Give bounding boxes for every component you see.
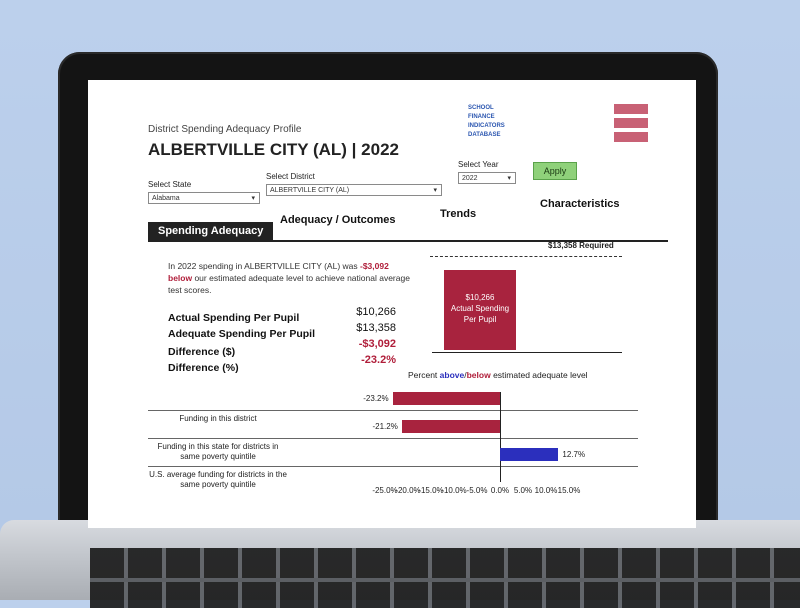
pct-title-part-2: estimated adequate level [490, 370, 588, 380]
pct-title-below: below [466, 370, 491, 380]
required-line [430, 256, 622, 257]
page-subtitle: District Spending Adequacy Profile [148, 124, 302, 135]
state-value: Alabama [152, 195, 180, 202]
tab-spending-adequacy[interactable]: Spending Adequacy [148, 222, 274, 240]
pct-chart-title: Percent above/below estimated adequate l… [408, 370, 588, 380]
metric-label-diff-percent: Difference (%) [168, 362, 239, 374]
logo-word-database: DATABASE [468, 132, 501, 138]
chevron-down-icon: ▾ [433, 187, 437, 194]
district-label: Select District [266, 172, 315, 181]
row-label-us-quintile: U.S. average funding for districts in th… [149, 470, 287, 489]
state-label: Select State [148, 180, 192, 189]
chevron-down-icon: ▾ [507, 175, 511, 182]
logo-word-finance: FINANCE [468, 114, 495, 120]
metric-value-diff-percent: -23.2% [361, 354, 396, 366]
actual-spending-bar: $10,266 Actual Spending Per Pupil [444, 270, 516, 350]
metric-label-actual: Actual Spending Per Pupil [168, 312, 300, 324]
pct-tick-label: 15.0% [557, 486, 581, 495]
chevron-down-icon: ▾ [251, 195, 255, 202]
required-label: $13,358 Required [548, 241, 614, 250]
year-label: Select Year [458, 160, 499, 169]
logo-word-indicators: INDICATORS [468, 123, 505, 129]
metric-value-actual: $10,266 [356, 306, 396, 318]
row-label-district: Funding in this district [179, 414, 257, 423]
pct-bar-1 [402, 420, 500, 433]
metric-value-adequate: $13,358 [356, 322, 396, 334]
row-divider [148, 438, 638, 439]
keyboard-row-gap [90, 578, 800, 582]
row-label-state-quintile: Funding in this state for districts in s… [157, 442, 279, 461]
pct-title-part-1: Percent [408, 370, 440, 380]
summary-text: In 2022 spending in ALBERTVILLE CITY (AL… [168, 260, 413, 296]
actual-spending-bar-value: $10,266 [465, 293, 495, 302]
metric-label-adequate: Adequate Spending Per Pupil [168, 328, 316, 340]
column-chart-baseline [432, 352, 622, 353]
school-finance-logo: SCHOOL FINANCE INDICATORS DATABASE [468, 104, 628, 140]
apply-button[interactable]: Apply [533, 162, 577, 180]
metric-label-diff-dollars: Difference ($) [168, 346, 236, 358]
row-divider [148, 466, 638, 467]
summary-post: our estimated adequate level to achieve … [168, 273, 410, 295]
year-value: 2022 [462, 175, 478, 182]
district-value: ALBERTVILLE CITY (AL) [270, 187, 350, 194]
summary-pre: In 2022 spending in ALBERTVILLE CITY (AL… [168, 261, 360, 271]
row-divider [148, 410, 638, 411]
tab-characteristics[interactable]: Characteristics [540, 198, 620, 210]
district-select[interactable]: ALBERTVILLE CITY (AL) ▾ [266, 184, 442, 196]
tab-adequacy-outcomes[interactable]: Adequacy / Outcomes [280, 214, 396, 226]
year-select[interactable]: 2022 ▾ [458, 172, 516, 184]
pct-bar-2 [500, 448, 559, 461]
actual-spending-bar-caption-2: Per Pupil [463, 315, 497, 324]
tab-trends[interactable]: Trends [440, 208, 476, 220]
pct-bar-label-0: -23.2% [363, 394, 389, 403]
logo-word-school: SCHOOL [468, 105, 494, 111]
pct-bar-0 [393, 392, 500, 405]
zero-axis-line [500, 392, 501, 482]
pct-title-above: above [439, 370, 465, 380]
page-title: ALBERTVILLE CITY (AL) | 2022 [148, 140, 399, 159]
metric-value-diff-dollars: -$3,092 [358, 338, 396, 350]
pct-bar-label-1: -21.2% [372, 422, 398, 431]
actual-spending-bar-caption-1: Actual Spending [450, 304, 510, 313]
state-select[interactable]: Alabama ▾ [148, 192, 260, 204]
partner-logo [614, 104, 648, 144]
screen: District Spending Adequacy Profile ALBER… [88, 80, 696, 528]
pct-bar-label-2: 12.7% [562, 450, 586, 459]
